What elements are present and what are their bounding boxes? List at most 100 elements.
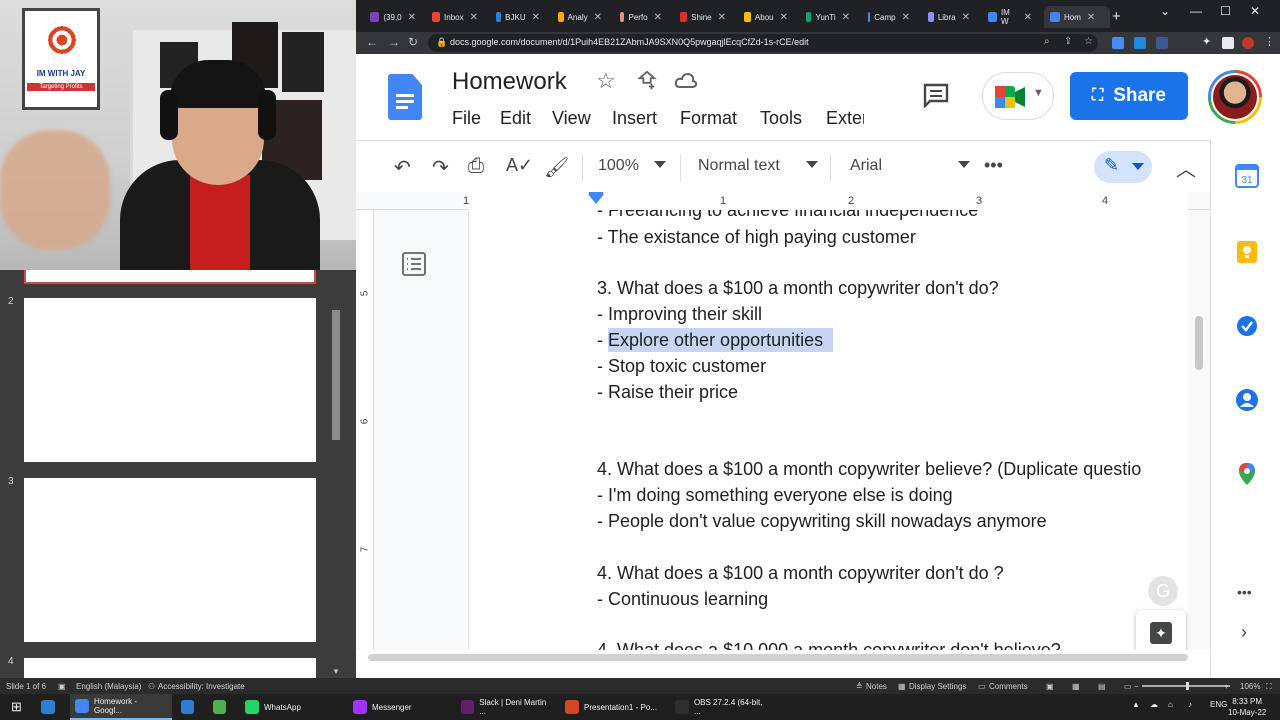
tab-close-icon[interactable]: ✕	[532, 12, 540, 23]
tab-close-icon[interactable]: ✕	[962, 12, 970, 23]
horizontal-scrollbar[interactable]	[356, 650, 1210, 666]
slide-sorter-icon[interactable]: ▦	[1072, 682, 1080, 691]
url-text[interactable]: docs.google.com/document/d/1Puih4EB21ZAb…	[450, 37, 809, 47]
tab-close-icon[interactable]: ✕	[470, 12, 478, 23]
print-icon[interactable]: ⎙	[468, 155, 484, 178]
doc-line[interactable]: 4. What does a $10,000 a month copywrite…	[597, 640, 1061, 650]
extension-icon[interactable]	[1112, 37, 1124, 49]
zoom-level[interactable]: 106%	[1240, 682, 1260, 691]
search-icon[interactable]	[36, 694, 60, 720]
maps-icon[interactable]	[1235, 462, 1259, 486]
doc-line[interactable]: - Freelancing to achieve financial indep…	[597, 210, 978, 221]
doc-line[interactable]: - Improving their skill	[597, 304, 762, 325]
browser-tab[interactable]: Libra ✕	[922, 6, 976, 28]
chevron-up-icon[interactable]: ︿	[1176, 153, 1196, 182]
browser-tab[interactable]: Shine ✕	[674, 6, 732, 28]
doc-line[interactable]: - The existance of high paying customer	[597, 227, 916, 248]
taskbar-item[interactable]: WhatsApp	[240, 694, 344, 720]
taskbar-item[interactable]: Homework - Googl...	[70, 694, 172, 720]
explore-button[interactable]: ✦	[1136, 610, 1186, 650]
scrollbar-thumb[interactable]	[368, 654, 1188, 661]
zoom-slider[interactable]	[1142, 682, 1230, 690]
browser-tab[interactable]: Perfo ✕	[614, 6, 668, 28]
normal-view-icon[interactable]: ▣	[1046, 682, 1054, 691]
slide-thumb-2[interactable]	[24, 298, 316, 462]
editing-mode-button[interactable]: ✎	[1094, 151, 1152, 183]
style-select[interactable]: Normal text	[698, 157, 780, 175]
comments-button[interactable]: Comments	[989, 682, 1028, 691]
tab-close-icon[interactable]: ✕	[654, 12, 662, 23]
more-vert-icon[interactable]: ⋮	[1264, 35, 1276, 48]
tab-close-icon[interactable]: ✕	[902, 12, 910, 23]
menu-file[interactable]: File	[452, 108, 481, 129]
new-tab-button[interactable]: +	[1112, 8, 1121, 25]
selected-text[interactable]: Explore other opportunities	[608, 328, 834, 352]
taskbar-item[interactable]: Messenger	[348, 694, 452, 720]
document-scrollbar[interactable]	[1192, 210, 1206, 650]
tab-close-icon[interactable]: ✕	[842, 12, 850, 23]
doc-line[interactable]: - Explore other opportunities	[597, 328, 834, 352]
undo-icon[interactable]: ↶	[394, 155, 411, 180]
zoom-icon[interactable]: ⌕	[1044, 36, 1050, 47]
spelling-icon[interactable]: ▣	[58, 682, 66, 691]
extension-icon[interactable]	[1134, 37, 1146, 49]
tab-close-icon[interactable]: ✕	[718, 12, 726, 23]
extension-icon[interactable]	[1156, 37, 1168, 49]
scroll-down-icon[interactable]: ▼	[331, 668, 341, 676]
taskbar-item[interactable]	[176, 694, 204, 720]
slideshow-icon[interactable]: ▭	[1124, 682, 1132, 691]
document-title[interactable]: Homework	[452, 68, 567, 96]
reading-view-icon[interactable]: ▤	[1098, 682, 1106, 691]
scrollbar-thumb[interactable]	[332, 310, 340, 440]
network-icon[interactable]: ⌂	[1168, 700, 1173, 709]
address-bar[interactable]: 🔒 docs.google.com/document/d/1Puih4EB21Z…	[428, 34, 1098, 52]
font-select[interactable]: Arial	[850, 157, 882, 175]
minimize-button[interactable]: —	[1190, 4, 1202, 18]
menu-format[interactable]: Format	[680, 108, 737, 129]
windows-start-icon[interactable]: ⊞	[6, 694, 27, 720]
close-window-button[interactable]: ✕	[1250, 4, 1260, 18]
document-outline-icon[interactable]	[402, 252, 426, 276]
share-page-icon[interactable]: ⇪	[1064, 36, 1072, 47]
taskbar-item[interactable]: Presentation1 - Po...	[560, 694, 666, 720]
tasks-icon[interactable]	[1235, 314, 1259, 338]
more-options-icon[interactable]: •••	[984, 155, 1003, 176]
browser-tab[interactable]: IM W ✕	[982, 6, 1038, 28]
menu-edit[interactable]: Edit	[500, 108, 531, 129]
reload-icon[interactable]: ↻	[408, 35, 418, 49]
scrollbar-thumb[interactable]	[1195, 316, 1203, 370]
tray-icon[interactable]: ▲	[1132, 700, 1140, 709]
forward-icon[interactable]: →	[388, 35, 400, 49]
indent-marker[interactable]	[588, 194, 604, 204]
tab-close-icon[interactable]: ✕	[408, 12, 416, 23]
zoom-out-icon[interactable]: −	[1134, 682, 1139, 691]
browser-tab[interactable]: Hom ✕	[1044, 6, 1110, 28]
browser-tab[interactable]: Abou ✕	[738, 6, 794, 28]
puzzle-icon[interactable]: ✦	[1202, 35, 1214, 48]
taskbar-item[interactable]: OBS 27.2.4 (64-bit, ...	[670, 694, 776, 720]
doc-line[interactable]: - Stop toxic customer	[597, 356, 766, 377]
language-indicator[interactable]: ENG	[1210, 700, 1227, 709]
chevron-down-icon[interactable]	[806, 161, 818, 168]
tab-close-icon[interactable]: ✕	[594, 12, 602, 23]
doc-line[interactable]: - I'm doing something everyone else is d…	[597, 485, 953, 506]
redo-icon[interactable]: ↷	[432, 155, 449, 180]
notes-button[interactable]: Notes	[866, 682, 887, 691]
meet-button[interactable]: ▼	[982, 72, 1054, 120]
taskbar-item[interactable]	[208, 694, 236, 720]
menu-extensions[interactable]: Exter	[826, 108, 868, 129]
contacts-icon[interactable]	[1235, 388, 1259, 412]
calendar-icon[interactable]: 31	[1235, 164, 1259, 188]
docs-logo-icon[interactable]	[388, 74, 422, 120]
doc-line[interactable]: 3. What does a $100 a month copywriter d…	[597, 278, 999, 299]
tray-icon[interactable]: ☁	[1150, 700, 1158, 709]
fit-slide-icon[interactable]: ⛶	[1266, 682, 1272, 692]
browser-tab[interactable]: Camp ✕	[862, 6, 916, 28]
maximize-button[interactable]: ☐	[1220, 4, 1231, 18]
zoom-slider-knob[interactable]	[1186, 682, 1189, 690]
share-button[interactable]: ⛶ Share	[1070, 72, 1188, 120]
browser-tab[interactable]: Analy ✕	[552, 6, 608, 28]
move-to-folder-icon[interactable]	[636, 70, 658, 92]
slide-thumb-3[interactable]	[24, 478, 316, 642]
browser-tab[interactable]: (39,0 ✕	[364, 6, 422, 28]
